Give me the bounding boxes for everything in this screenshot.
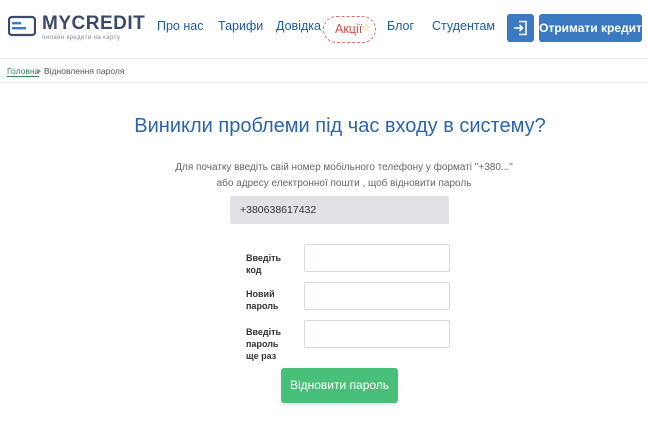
nav-link-help[interactable]: Довідка	[276, 19, 321, 33]
nav-link-students[interactable]: Студентам	[432, 19, 495, 33]
nav-link-promotions[interactable]: Акції ☆	[323, 16, 376, 43]
breadcrumb-separator: >	[36, 66, 41, 76]
header-divider	[0, 58, 648, 59]
new-password-input[interactable]	[304, 282, 450, 310]
code-input[interactable]	[304, 244, 450, 272]
get-credit-button[interactable]: Отримати кредит	[539, 14, 642, 42]
page-title: Виникли проблеми під час входу в систему…	[134, 115, 546, 137]
nav-link-blog[interactable]: Блог	[387, 19, 414, 33]
restore-password-button[interactable]: Відновити пароль	[281, 368, 398, 403]
breadcrumb-current: Відновлення пароля	[44, 66, 125, 76]
logo-text: MYCREDIT	[42, 13, 146, 34]
site-header: MYCREDIT онлайн кредити на карту Про нас…	[0, 0, 648, 58]
wallet-logo-icon	[8, 15, 36, 37]
new-password-label: Новий пароль	[246, 289, 279, 311]
confirm-password-label: Введіть пароль ще раз	[246, 327, 282, 361]
login-icon	[514, 20, 527, 36]
page-description: Для початку введіть свій номер мобільног…	[0, 160, 648, 192]
nav-link-tariffs[interactable]: Тарифи	[218, 19, 263, 33]
logo-tagline: онлайн кредити на карту	[42, 35, 121, 41]
nav-link-about[interactable]: Про нас	[157, 19, 203, 33]
login-button[interactable]	[507, 14, 534, 42]
phone-field: +380638617432	[230, 196, 449, 224]
logo[interactable]: MYCREDIT онлайн кредити на карту	[8, 10, 145, 46]
description-line-1: Для початку введіть свій номер мобільног…	[175, 162, 513, 173]
description-line-2: або адресу електронної пошти , щоб відно…	[216, 178, 472, 189]
code-label: Введіть код	[246, 253, 282, 275]
promo-label: Акції	[335, 22, 363, 36]
confirm-password-input[interactable]	[304, 320, 450, 348]
star-icon: ☆	[361, 22, 371, 34]
breadcrumb-home-link[interactable]: Головна	[7, 66, 40, 77]
breadcrumb-divider	[0, 82, 648, 83]
phone-value: +380638617432	[240, 204, 317, 216]
